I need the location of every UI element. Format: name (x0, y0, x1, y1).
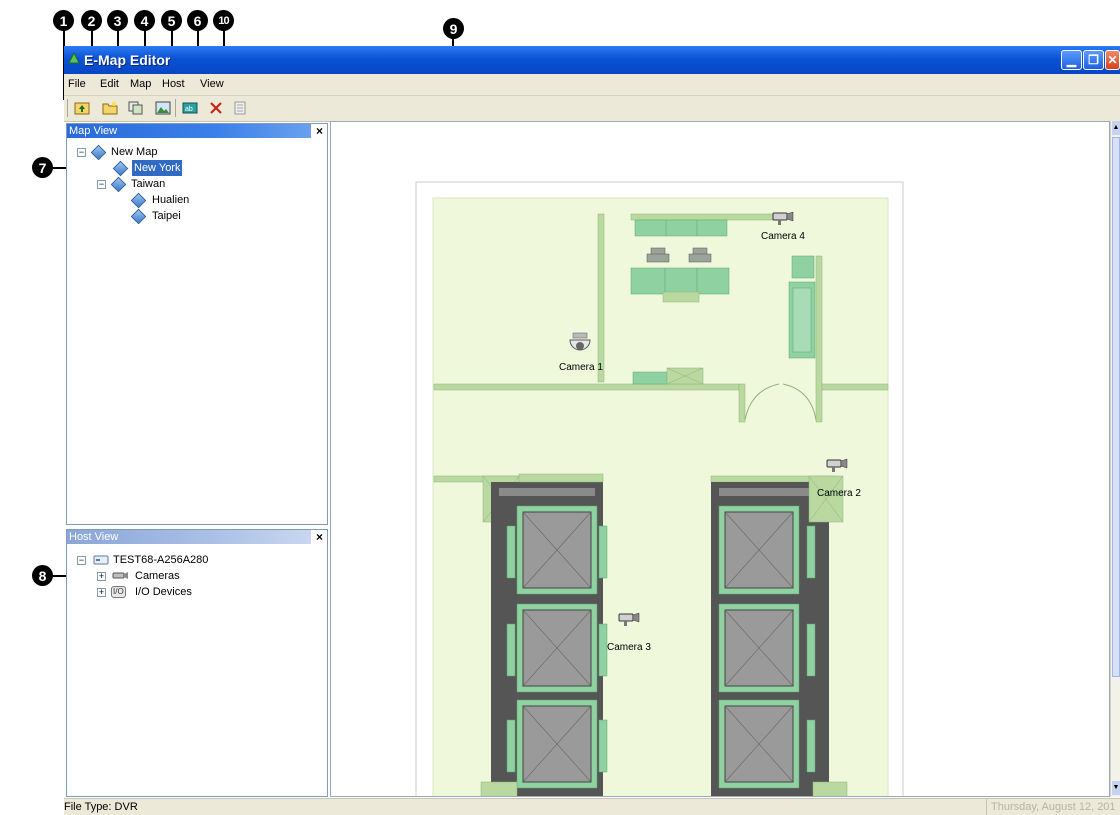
callout-7: 7 (32, 157, 53, 178)
tree-label: New Map (111, 146, 158, 158)
close-button[interactable]: ✕ (1105, 50, 1120, 70)
collapse-icon[interactable]: − (97, 180, 106, 189)
menu-host[interactable]: Host (162, 78, 185, 90)
toolbar: ab (64, 96, 1120, 122)
scroll-thumb[interactable] (1112, 137, 1120, 677)
collapse-icon[interactable]: − (77, 148, 86, 157)
title-bar[interactable]: E-Map Editor ▁ ❐ ✕ (64, 46, 1120, 74)
image-icon (155, 101, 170, 115)
map-view-close-button[interactable]: × (316, 124, 323, 138)
text-label-icon: ab (182, 102, 197, 114)
map-node-icon (112, 160, 129, 177)
camera-icon (112, 572, 128, 579)
close-icon: ✕ (1107, 53, 1118, 67)
camera-icon (826, 458, 848, 472)
window-title: E-Map Editor (84, 52, 171, 68)
expand-icon[interactable]: + (97, 588, 106, 597)
callout-9: 9 (443, 18, 464, 39)
status-bar: File Type: DVR Thursday, August 12, 201 (64, 798, 1120, 815)
toolbar-button-5[interactable]: ab (180, 99, 199, 117)
host-view-close-button[interactable]: × (316, 530, 323, 544)
camera-4-marker[interactable]: Camera 4 (761, 211, 829, 255)
tree-label: Taipei (152, 210, 181, 222)
tree-label: Hualien (152, 194, 190, 206)
host-view-title: Host View (69, 531, 119, 543)
scroll-up-button[interactable]: ▲ (1112, 121, 1120, 135)
callout-3: 3 (107, 10, 128, 31)
menu-view[interactable]: View (200, 78, 224, 90)
floor-plan (415, 181, 904, 796)
callout-10: 10 (213, 10, 234, 31)
menu-file[interactable]: File (68, 78, 86, 90)
minimize-button[interactable]: ▁ (1061, 50, 1082, 70)
toolbar-button-10[interactable] (230, 99, 249, 117)
properties-icon (234, 101, 245, 115)
callout-2: 2 (81, 10, 102, 31)
vertical-scrollbar[interactable]: ▲ ▼ (1110, 121, 1120, 797)
restore-icon: ❐ (1088, 53, 1099, 67)
map-node-icon (110, 176, 127, 193)
callout-1: 1 (53, 10, 74, 31)
tree-label: TEST68-A256A280 (113, 554, 209, 566)
menu-map[interactable]: Map (130, 78, 151, 90)
map-view-panel: Map View × − New Map New York − Taiwan H… (66, 123, 328, 525)
toolbar-button-1[interactable] (72, 99, 91, 117)
camera-1-marker[interactable]: Camera 1 (555, 332, 615, 380)
svg-text:ab: ab (185, 106, 193, 113)
toolbar-separator (175, 99, 176, 117)
new-folder-icon (102, 102, 117, 115)
expand-icon[interactable]: + (97, 572, 106, 581)
up-folder-icon (74, 102, 89, 115)
camera-label: Camera 4 (761, 231, 805, 242)
callout-8: 8 (32, 565, 53, 586)
menu-bar: File Edit Map Host View (64, 74, 1120, 96)
map-node-icon (130, 192, 147, 209)
camera-3-marker[interactable]: Camera 3 (607, 612, 675, 656)
toolbar-button-4[interactable] (153, 99, 172, 117)
restore-button[interactable]: ❐ (1083, 50, 1104, 70)
status-date: Thursday, August 12, 201 (986, 799, 1120, 815)
app-icon (68, 52, 80, 64)
callout-5: 5 (161, 10, 182, 31)
dome-camera-icon (569, 332, 591, 351)
camera-label: Camera 1 (559, 362, 603, 373)
collapse-icon[interactable]: − (77, 556, 86, 565)
status-file-type: File Type: DVR (64, 801, 138, 813)
chevron-up-icon: ▲ (1112, 124, 1120, 131)
camera-icon (772, 211, 794, 225)
tree-label: I/O Devices (135, 586, 192, 598)
tree-label: Cameras (135, 570, 180, 582)
map-canvas[interactable]: Camera 4 Camera 1 Camera 2 Camera 3 (330, 121, 1110, 797)
tree-label: Taiwan (131, 178, 166, 190)
map-view-header: Map View (67, 124, 311, 138)
io-device-icon: I/O (111, 586, 126, 598)
callout-4: 4 (134, 10, 155, 31)
dvr-host-icon (93, 555, 109, 565)
toolbar-button-2[interactable] (100, 99, 119, 117)
minimize-icon: ▁ (1066, 53, 1077, 67)
map-node-icon (90, 144, 107, 161)
host-view-panel: Host View × − TEST68-A256A280 + Cameras … (66, 529, 328, 797)
camera-label: Camera 3 (607, 642, 651, 653)
map-view-title: Map View (69, 125, 118, 137)
copy-map-icon (128, 101, 142, 115)
camera-2-marker[interactable]: Camera 2 (817, 458, 883, 502)
delete-icon (209, 102, 222, 114)
camera-label: Camera 2 (817, 488, 861, 499)
toolbar-button-6[interactable] (206, 99, 225, 117)
scroll-down-button[interactable]: ▼ (1112, 781, 1120, 795)
host-view-header: Host View (67, 530, 311, 544)
map-node-icon (130, 208, 147, 225)
tree-label: New York (132, 160, 183, 176)
callout-6: 6 (187, 10, 208, 31)
chevron-down-icon: ▼ (1112, 784, 1120, 791)
camera-icon (618, 612, 640, 626)
toolbar-button-3[interactable] (126, 99, 145, 117)
toolbar-grip[interactable] (67, 99, 68, 117)
menu-edit[interactable]: Edit (100, 78, 119, 90)
